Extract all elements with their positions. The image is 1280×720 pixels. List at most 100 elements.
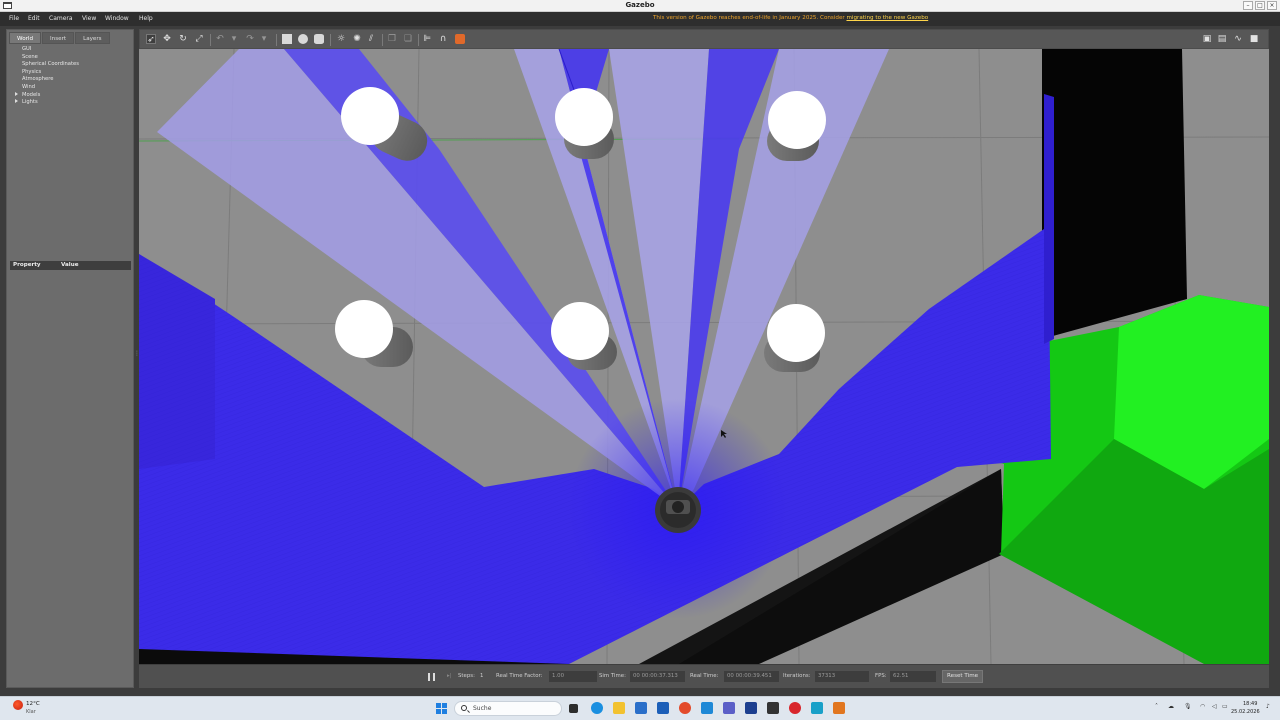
volume-icon[interactable]: ◁ — [1212, 703, 1217, 710]
sim-time-label: Sim Time: — [599, 673, 626, 679]
directional-light-icon[interactable]: ⫽ — [366, 34, 376, 44]
turtlebot-robot[interactable] — [655, 487, 701, 533]
app-icon[interactable] — [745, 702, 757, 714]
window-controls: – □ × — [1243, 1, 1277, 10]
tree-item-gui[interactable]: GUI — [13, 46, 79, 54]
expand-arrow-icon[interactable] — [15, 91, 18, 96]
step-icon[interactable]: ▸| — [447, 673, 452, 679]
tree-item-models[interactable]: Models — [13, 91, 79, 100]
tree-item-spherical-coordinates[interactable]: Spherical Coordinates — [13, 61, 79, 69]
edge-browser-icon[interactable] — [591, 702, 603, 714]
task-view-icon[interactable] — [569, 704, 578, 713]
weather-description[interactable]: Klar — [26, 709, 36, 715]
terminal-icon[interactable] — [767, 702, 779, 714]
eol-notice: This version of Gazebo reaches end-of-li… — [653, 15, 928, 21]
toolbar-separator — [330, 34, 331, 46]
undo-dropdown-icon[interactable]: ▾ — [229, 34, 239, 44]
property-table-header: Property Value — [10, 261, 131, 270]
select-mode-icon[interactable]: ➶ — [146, 34, 156, 45]
tab-insert[interactable]: Insert — [42, 32, 75, 44]
taskbar-search-input[interactable]: Suche — [454, 701, 562, 716]
scene-viewport[interactable] — [139, 49, 1269, 664]
menu-help[interactable]: Help — [139, 15, 153, 22]
weather-icon[interactable] — [13, 700, 23, 710]
change-view-icon[interactable] — [455, 34, 465, 44]
search-placeholder: Suche — [473, 705, 492, 712]
point-light-icon[interactable]: ☼ — [336, 34, 346, 44]
store-icon[interactable] — [635, 702, 647, 714]
align-icon[interactable]: ⊫ — [422, 34, 432, 44]
time-panel: ▸| Steps: 1 Real Time Factor: 1.00 Sim T… — [139, 664, 1269, 688]
notes-icon[interactable] — [811, 702, 823, 714]
property-column-header: Property — [13, 262, 41, 268]
close-button[interactable]: × — [1267, 1, 1277, 10]
battery-icon[interactable]: ▭ — [1222, 703, 1228, 710]
rotate-mode-icon[interactable]: ↻ — [178, 34, 188, 44]
word-icon[interactable] — [701, 702, 713, 714]
spot-light-icon[interactable]: ✺ — [352, 34, 362, 44]
wifi-icon[interactable]: ◠ — [1200, 703, 1205, 710]
expand-arrow-icon[interactable] — [15, 99, 18, 104]
scene-toolbar: ➶ ✥ ↻ ⤢ ↶ ▾ ↷ ▾ ☼ ✺ ⫽ ❐ ❏ ⊫ ∩ ▣ ▤ ∿ ■ — [139, 29, 1269, 49]
tray-chevron-icon[interactable]: ˄ — [1155, 703, 1158, 710]
fps-value: 62.51 — [890, 671, 936, 682]
value-column-header: Value — [61, 262, 79, 268]
translate-mode-icon[interactable]: ✥ — [162, 34, 172, 44]
outlook-icon[interactable] — [657, 702, 669, 714]
window-titlebar: Gazebo – □ × — [0, 0, 1280, 12]
snap-icon[interactable]: ∩ — [438, 34, 448, 44]
copy-icon[interactable]: ❐ — [387, 34, 397, 44]
video-record-icon[interactable]: ■ — [1249, 34, 1259, 44]
tab-layers[interactable]: Layers — [75, 32, 110, 44]
notification-bell-icon[interactable]: ♪ — [1266, 703, 1270, 710]
microphone-icon[interactable]: 🎙 — [1184, 703, 1192, 710]
eol-migration-link[interactable]: migrating to the new Gazebo — [846, 15, 928, 21]
tree-item-wind[interactable]: Wind — [13, 84, 79, 92]
weather-temperature[interactable]: 12°C — [26, 701, 40, 707]
world-tree: GUI Scene Spherical Coordinates Physics … — [13, 46, 79, 107]
menu-edit[interactable]: Edit — [28, 15, 40, 22]
steps-value[interactable]: 1 — [480, 673, 483, 679]
paste-icon[interactable]: ❏ — [403, 34, 413, 44]
menu-camera[interactable]: Camera — [49, 15, 73, 22]
tree-item-scene[interactable]: Scene — [13, 54, 79, 62]
reset-time-button[interactable]: Reset Time — [942, 670, 984, 683]
menu-window[interactable]: Window — [105, 15, 129, 22]
clock-time[interactable]: 18:49 — [1243, 701, 1257, 707]
toolbar-separator — [276, 34, 277, 46]
tree-item-atmosphere[interactable]: Atmosphere — [13, 76, 79, 84]
scene-render[interactable] — [139, 49, 1269, 664]
gazebo-taskbar-icon[interactable] — [833, 702, 845, 714]
file-explorer-icon[interactable] — [613, 702, 625, 714]
menu-bar: File Edit Camera View Window Help This v… — [0, 12, 1280, 26]
firefox-icon[interactable] — [679, 702, 691, 714]
log-icon[interactable]: ▤ — [1217, 34, 1227, 44]
plot-icon[interactable]: ∿ — [1233, 34, 1243, 44]
screenshot-icon[interactable]: ▣ — [1202, 34, 1212, 44]
menu-view[interactable]: View — [82, 15, 96, 22]
teams-icon[interactable] — [723, 702, 735, 714]
panel-splitter-handle[interactable]: ⋮ — [134, 350, 140, 360]
scale-mode-icon[interactable]: ⤢ — [194, 34, 204, 44]
pause-icon[interactable] — [428, 673, 435, 681]
box-shape-icon[interactable] — [282, 34, 292, 44]
tab-world[interactable]: World — [9, 32, 42, 44]
chrome-icon[interactable] — [789, 702, 801, 714]
undo-icon[interactable]: ↶ — [215, 34, 225, 44]
tree-item-physics[interactable]: Physics — [13, 69, 79, 77]
clock-date[interactable]: 25.02.2026 — [1231, 709, 1260, 715]
redo-icon[interactable]: ↷ — [245, 34, 255, 44]
windows-start-icon[interactable] — [436, 703, 447, 714]
tree-item-models-label: Models — [22, 91, 41, 98]
network-drive-icon[interactable]: ☁ — [1168, 703, 1174, 710]
cylinder-shape-icon[interactable] — [314, 34, 324, 44]
minimize-button[interactable]: – — [1243, 1, 1253, 10]
menu-file[interactable]: File — [9, 15, 19, 22]
redo-dropdown-icon[interactable]: ▾ — [259, 34, 269, 44]
sphere-shape-icon[interactable] — [298, 34, 308, 44]
tree-item-lights[interactable]: Lights — [13, 99, 79, 107]
maximize-button[interactable]: □ — [1255, 1, 1265, 10]
toolbar-separator — [418, 34, 419, 46]
toolbar-separator — [382, 34, 383, 46]
left-panel: World Insert Layers GUI Scene Spherical … — [6, 29, 134, 688]
